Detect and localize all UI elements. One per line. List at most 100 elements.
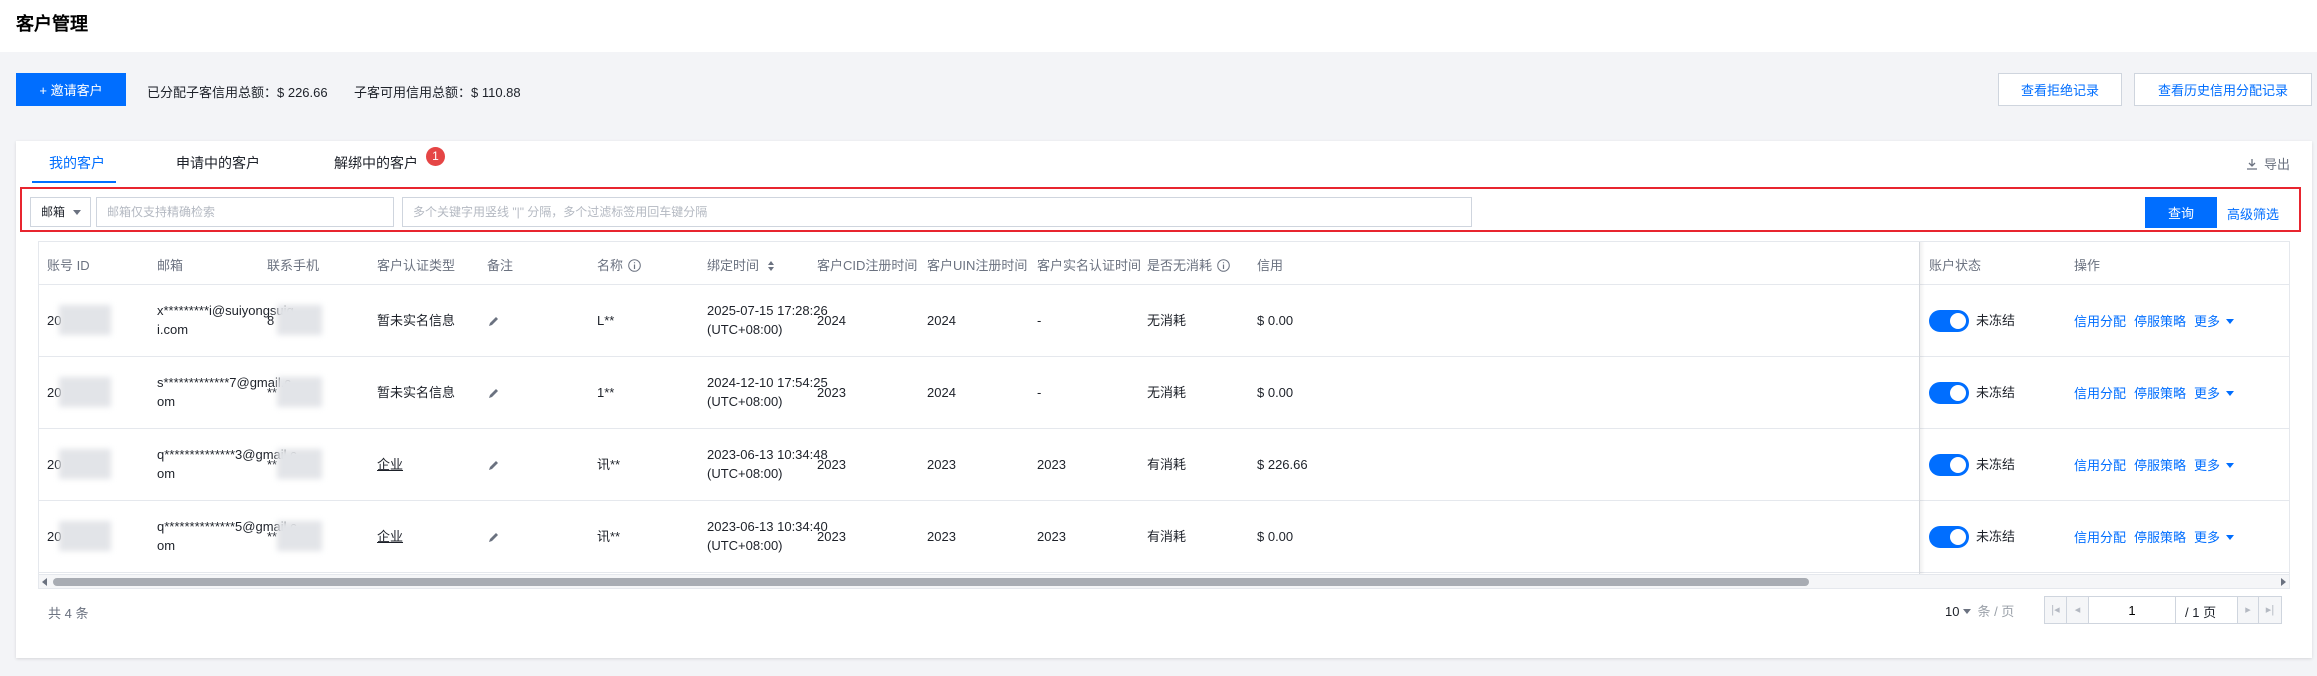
query-button[interactable]: 查询: [2145, 197, 2217, 228]
auth-type-cell[interactable]: 企业: [377, 527, 403, 546]
real-name-auth-time: 2023: [1037, 457, 1066, 472]
credit-cell: $ 226.66: [1257, 457, 1308, 472]
more-label: 更多: [2194, 314, 2221, 329]
uin-register-time: 2024: [927, 313, 956, 328]
phone-prefix: 8: [267, 313, 275, 328]
chevron-down-icon: [2226, 535, 2235, 540]
action-bar: + 邀请客户 已分配子客信用总额：$ 226.66 子客可用信用总额：$ 110…: [16, 73, 2316, 107]
account-status-toggle[interactable]: [1929, 382, 1969, 404]
credit-cell: $ 0.00: [1257, 385, 1294, 400]
edit-remark-icon[interactable]: [487, 459, 500, 472]
info-icon[interactable]: [628, 259, 641, 272]
tab-applying-customers[interactable]: 申请中的客户: [176, 153, 260, 173]
credit-allocation-link[interactable]: 信用分配: [2074, 527, 2126, 546]
top-bar: 客户管理: [0, 0, 2317, 52]
view-credit-history-button[interactable]: 查看历史信用分配记录: [2134, 73, 2312, 106]
customer-tabs: 我的客户 申请中的客户 解绑中的客户 1 导出: [16, 141, 2312, 183]
edit-remark-icon[interactable]: [487, 387, 500, 400]
bind-timezone: (UTC+08:00): [707, 322, 783, 337]
bind-time-cell: 2025-07-15 17:28:26: [707, 303, 828, 318]
filter-field-select[interactable]: 邮箱: [30, 197, 91, 227]
masked-account-id: [59, 305, 111, 335]
auth-type-cell: 暂未实名信息: [377, 385, 456, 400]
stop-service-policy-link[interactable]: 停服策略: [2134, 311, 2186, 330]
chevron-down-icon: [73, 210, 81, 215]
real-name-auth-time: -: [1037, 385, 1042, 400]
column-header: 客户认证类型: [377, 258, 456, 273]
account-status-toggle[interactable]: [1929, 454, 1969, 476]
credit-allocation-link[interactable]: 信用分配: [2074, 311, 2126, 330]
masked-phone: [277, 377, 322, 407]
account-status-toggle[interactable]: [1929, 526, 1969, 548]
masked-account-id: [59, 521, 111, 551]
column-header: 联系手机: [267, 258, 320, 273]
more-label: 更多: [2194, 530, 2221, 545]
bind-timezone: (UTC+08:00): [707, 538, 783, 553]
scroll-left-icon[interactable]: [42, 578, 47, 586]
info-icon[interactable]: [1217, 259, 1230, 272]
scroll-right-icon[interactable]: [2281, 578, 2286, 586]
prev-page-icon[interactable]: ◂: [2067, 597, 2089, 623]
stop-service-policy-link[interactable]: 停服策略: [2134, 383, 2186, 402]
download-icon: [2246, 159, 2257, 170]
tab-unbinding-customers[interactable]: 解绑中的客户: [334, 153, 418, 173]
chevron-down-icon: [2226, 463, 2235, 468]
keyword-search-input[interactable]: [402, 197, 1472, 227]
account-status-label: 未冻结: [1976, 385, 2016, 400]
page-size-select[interactable]: 10 条 / 页: [1945, 601, 2014, 620]
invite-customer-button[interactable]: + 邀请客户: [16, 73, 126, 106]
table-header: 账号 ID 邮箱 联系手机 客户认证类型 备注 名称 绑定时间 客户CID注册时…: [39, 242, 2289, 285]
cid-register-time: 2023: [817, 529, 846, 544]
page-number-input[interactable]: [2089, 597, 2176, 623]
account-status-toggle[interactable]: [1929, 310, 1969, 332]
more-actions-dropdown[interactable]: 更多: [2194, 383, 2235, 402]
total-count: 共 4 条: [48, 606, 89, 621]
masked-phone: [277, 449, 322, 479]
column-header: 邮箱: [157, 258, 184, 273]
more-actions-dropdown[interactable]: 更多: [2194, 455, 2235, 474]
edit-remark-icon[interactable]: [487, 531, 500, 544]
consumption-cell: 有消耗: [1147, 529, 1187, 544]
horizontal-scrollbar[interactable]: [39, 574, 2289, 588]
masked-phone: [277, 305, 322, 335]
view-rejected-records-button[interactable]: 查看拒绝记录: [1998, 73, 2122, 106]
stop-service-policy-link[interactable]: 停服策略: [2134, 455, 2186, 474]
page-title: 客户管理: [16, 14, 88, 34]
customer-table: 账号 ID 邮箱 联系手机 客户认证类型 备注 名称 绑定时间 客户CID注册时…: [38, 241, 2290, 589]
table-row: 20 s*************7@gmail.com ** 暂未实名信息 1…: [39, 357, 2289, 429]
chevron-down-icon: [2226, 319, 2235, 324]
column-header: 是否无消耗: [1147, 258, 1213, 273]
phone-prefix: **: [267, 385, 278, 400]
column-header-sortable[interactable]: 绑定时间: [707, 255, 775, 274]
tab-my-customers[interactable]: 我的客户: [49, 153, 105, 173]
credit-allocation-link[interactable]: 信用分配: [2074, 455, 2126, 474]
next-page-icon[interactable]: ▸: [2237, 597, 2259, 623]
column-header: 账户状态: [1929, 258, 1982, 273]
more-actions-dropdown[interactable]: 更多: [2194, 311, 2235, 330]
uin-register-time: 2023: [927, 529, 956, 544]
cid-register-time: 2024: [817, 313, 846, 328]
first-page-icon[interactable]: |◂: [2045, 597, 2067, 623]
allocated-credit-total: 已分配子客信用总额：$ 226.66: [147, 85, 328, 100]
auth-type-cell[interactable]: 企业: [377, 455, 403, 474]
more-actions-dropdown[interactable]: 更多: [2194, 527, 2235, 546]
last-page-icon[interactable]: ▸|: [2259, 597, 2281, 623]
active-tab-indicator: [32, 181, 116, 183]
export-button[interactable]: 导出: [2246, 154, 2290, 173]
name-cell: 1**: [597, 385, 615, 400]
export-label: 导出: [2263, 157, 2290, 172]
name-cell: 讯**: [597, 457, 621, 472]
bind-timezone: (UTC+08:00): [707, 466, 783, 481]
sort-icon[interactable]: [767, 260, 775, 272]
page-size-value: 10: [1945, 604, 1960, 619]
scrollbar-thumb[interactable]: [53, 578, 1809, 586]
name-cell: 讯**: [597, 529, 621, 544]
table-row: 20 q**************5@gmail.com ** 企业 讯** …: [39, 501, 2289, 573]
edit-remark-icon[interactable]: [487, 315, 500, 328]
email-search-input[interactable]: [96, 197, 394, 227]
advanced-filter-link[interactable]: 高级筛选: [2227, 204, 2279, 223]
column-header: 信用: [1257, 258, 1284, 273]
table-row: 20 x*********i@suiyongsuiqi.com 8 暂未实名信息…: [39, 285, 2289, 357]
stop-service-policy-link[interactable]: 停服策略: [2134, 527, 2186, 546]
credit-allocation-link[interactable]: 信用分配: [2074, 383, 2126, 402]
